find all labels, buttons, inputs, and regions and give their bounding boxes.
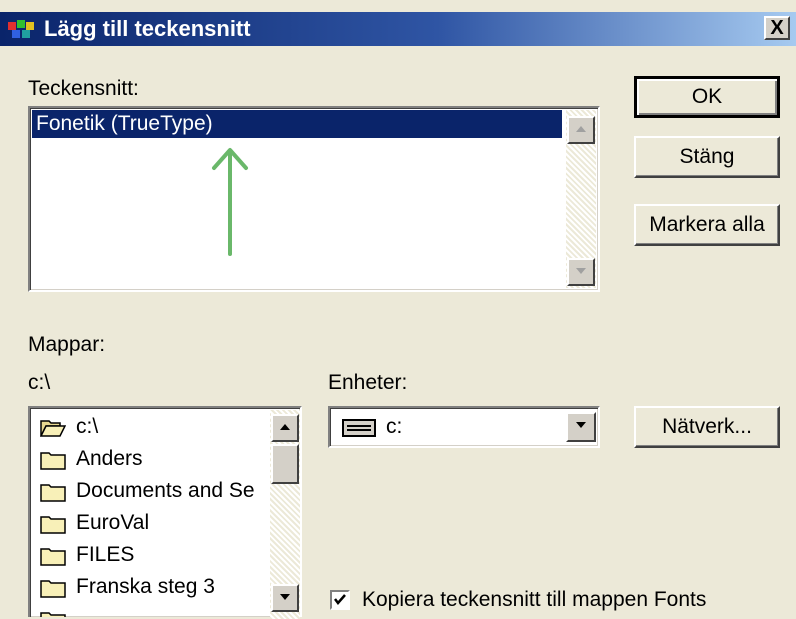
font-list-item-selected[interactable]: Fonetik (TrueType) <box>32 110 562 138</box>
arrow-down-icon <box>280 594 290 600</box>
folders-label: Mappar: <box>28 333 106 356</box>
scroll-thumb[interactable] <box>271 444 299 484</box>
arrow-down-icon <box>576 268 586 274</box>
hard-drive-icon <box>342 419 376 437</box>
current-path: c:\ <box>28 371 51 394</box>
folders-scrollbar[interactable] <box>270 410 300 619</box>
folder-item[interactable]: Anders <box>36 444 276 476</box>
open-folder-icon <box>40 420 66 437</box>
folder-icon <box>40 452 66 470</box>
folder-icon <box>40 580 66 598</box>
fonts-listbox[interactable]: Fonetik (TrueType) <box>28 106 600 292</box>
up-arrow-annotation-icon <box>212 148 248 256</box>
title-bar: Lägg till teckensnitt X <box>0 12 796 46</box>
drive-select-value: c: <box>386 415 403 438</box>
folder-item-label: Anders <box>76 447 143 470</box>
fonts-scrollbar[interactable] <box>566 110 596 288</box>
folder-item-partial[interactable] <box>36 604 276 617</box>
window-title: Lägg till teckensnitt <box>44 16 251 41</box>
folder-item[interactable]: Franska steg 3 <box>36 572 276 604</box>
close-button[interactable]: Stäng <box>634 136 780 178</box>
arrow-up-icon <box>280 424 290 430</box>
folder-item[interactable]: Documents and Se <box>36 476 276 508</box>
scroll-up-button[interactable] <box>271 414 299 442</box>
ok-button[interactable]: OK <box>634 76 780 118</box>
drives-label: Enheter: <box>328 371 408 394</box>
folder-item[interactable]: FILES <box>36 540 276 572</box>
scroll-down-button[interactable] <box>271 584 299 612</box>
fonts-label: Teckensnitt: <box>28 77 139 100</box>
folder-item-label: Documents and Se <box>76 479 255 502</box>
arrow-up-icon <box>576 126 586 132</box>
copy-fonts-checkbox[interactable] <box>330 590 350 610</box>
folder-item[interactable]: EuroVal <box>36 508 276 540</box>
dropdown-button[interactable] <box>566 412 596 442</box>
copy-fonts-label[interactable]: Kopiera teckensnitt till mappen Fonts <box>362 587 706 613</box>
folder-icon <box>40 516 66 534</box>
select-all-button[interactable]: Markera alla <box>634 204 780 246</box>
fonts-app-icon <box>8 20 34 38</box>
scroll-up-button[interactable] <box>567 116 595 144</box>
scroll-down-button[interactable] <box>567 258 595 286</box>
folder-icon <box>40 484 66 502</box>
network-button[interactable]: Nätverk... <box>634 406 780 448</box>
close-window-button[interactable]: X <box>764 16 790 40</box>
folder-item-label: Franska steg 3 <box>76 575 215 598</box>
checkmark-icon <box>334 594 346 605</box>
folder-icon <box>40 548 66 566</box>
folder-icon <box>40 612 66 617</box>
folder-item-root[interactable]: c:\ <box>36 412 276 444</box>
folders-listbox[interactable]: c:\ Anders Documents and Se EuroVal FILE… <box>28 406 302 619</box>
folder-item-label: c:\ <box>76 415 99 438</box>
chevron-down-icon <box>576 422 586 428</box>
folder-item-label: FILES <box>76 543 135 566</box>
folder-item-label: EuroVal <box>76 511 150 534</box>
drive-select[interactable]: c: <box>328 406 600 448</box>
